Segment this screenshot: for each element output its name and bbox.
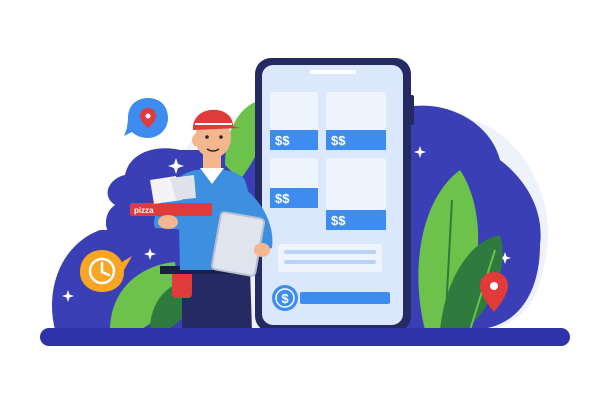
card-price: $$ — [331, 213, 346, 228]
checkout-panel — [278, 244, 382, 272]
tablet — [210, 211, 266, 277]
product-card[interactable]: $$ — [326, 158, 386, 230]
phone-speaker — [310, 70, 356, 74]
location-pin-icon — [124, 98, 168, 138]
pizza-box-label: pizza — [134, 206, 154, 215]
ground-bar — [40, 328, 570, 346]
card-price: $$ — [275, 191, 290, 206]
product-card[interactable]: $$ — [270, 158, 318, 208]
phone: $$ $$ $$ $$ $ — [255, 58, 414, 332]
product-card[interactable]: $$ — [326, 92, 386, 150]
courier-pants — [182, 268, 252, 332]
delivery-illustration: $$ $$ $$ $$ $ pizza — [40, 58, 570, 346]
product-card[interactable]: $$ — [270, 92, 318, 150]
dollar-glyph: $ — [281, 291, 289, 306]
card-price: $$ — [275, 133, 290, 148]
phone-side-button — [409, 95, 414, 125]
card-price: $$ — [331, 133, 346, 148]
belt-pouch — [172, 270, 192, 298]
